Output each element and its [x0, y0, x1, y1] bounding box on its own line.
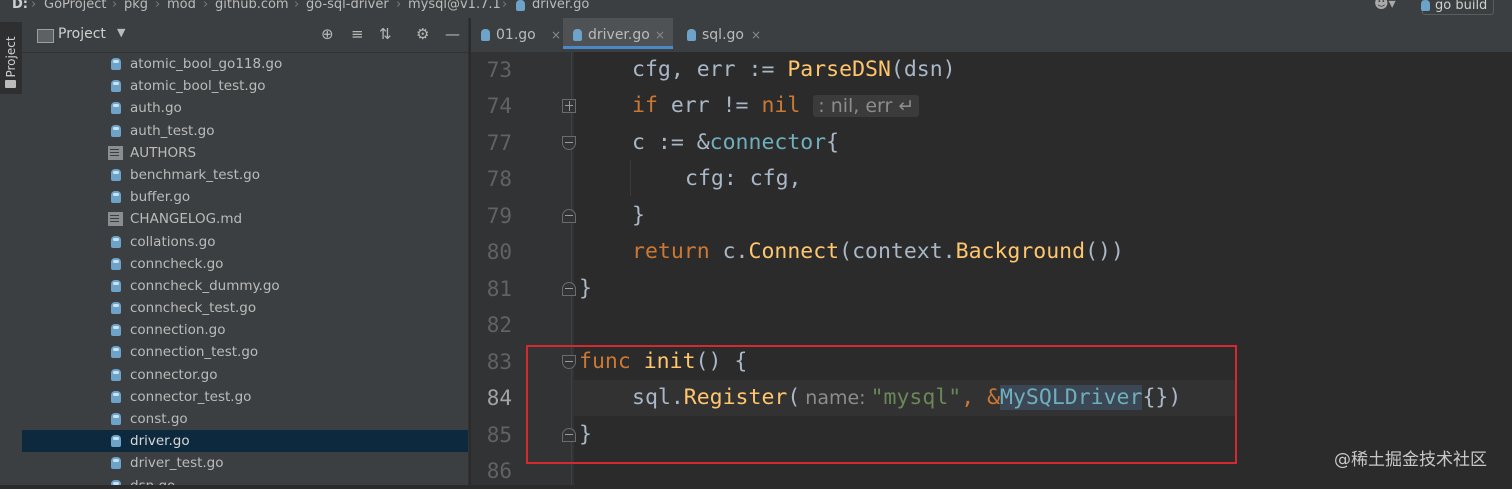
code-token-function: Background — [955, 239, 1086, 264]
breadcrumb-item-mod[interactable]: mod — [167, 0, 196, 12]
tab-label: 01.go — [496, 27, 536, 43]
close-icon[interactable]: × — [751, 18, 761, 52]
code-token-function: ParseDSN — [787, 57, 891, 82]
breadcrumb-item-go-sql-driver[interactable]: go-sql-driver — [306, 0, 389, 12]
minimize-icon[interactable]: — — [445, 25, 460, 43]
breadcrumb-separator: › — [31, 0, 37, 12]
go-file-icon — [573, 29, 582, 41]
code-line-77[interactable]: 77 c := &connector{ — [0, 125, 1512, 161]
breadcrumb-separator: › — [155, 0, 161, 12]
tab-driver-go[interactable]: driver.go × — [563, 18, 673, 49]
line-number[interactable]: 84 — [472, 380, 512, 416]
breadcrumb-separator: › — [203, 0, 209, 12]
editor-tab-bar: 01.go × driver.go × sql.go × — [471, 18, 1512, 53]
expand-all-icon[interactable]: ≡ — [351, 25, 364, 43]
collapse-all-icon[interactable]: ⇅ — [379, 25, 392, 43]
breadcrumb-drive[interactable]: D: — [12, 0, 28, 12]
line-number[interactable]: 83 — [472, 344, 512, 380]
go-file-icon — [516, 0, 525, 11]
tab-01-go[interactable]: 01.go × — [481, 18, 561, 52]
line-number[interactable]: 79 — [472, 198, 512, 234]
folded-code-hint[interactable]: : nil, err ↵ — [813, 95, 920, 117]
tab-label: driver.go — [588, 27, 650, 43]
project-panel-title[interactable]: Project — [58, 26, 106, 42]
code-text: cfg, err := ParseDSN(dsn) — [632, 52, 956, 88]
fold-collapse-icon[interactable] — [562, 136, 576, 150]
line-number[interactable]: 81 — [472, 271, 512, 307]
line-number[interactable]: 86 — [472, 453, 512, 489]
code-token-type: connector — [709, 130, 827, 155]
close-icon[interactable]: × — [655, 18, 665, 52]
folder-icon — [37, 29, 54, 43]
code-text: } — [632, 203, 645, 228]
breadcrumb-separator: › — [396, 0, 402, 12]
code-line-79[interactable]: 79 } — [0, 198, 1512, 234]
project-panel-header: Project ▼ ⊕ ≡ ⇅ ⚙ — — [22, 18, 468, 53]
breadcrumb-separator: › — [502, 0, 508, 12]
code-token: c. — [709, 239, 749, 264]
gear-icon[interactable]: ⚙ — [416, 25, 429, 43]
watermark: @稀土掘金技术社区 — [1334, 450, 1487, 470]
run-config-selector[interactable]: go build — [1421, 0, 1495, 15]
fold-end-icon[interactable] — [562, 209, 576, 223]
fold-end-icon[interactable] — [562, 282, 576, 296]
code-token: (context. — [839, 239, 956, 264]
code-token: ()) — [1085, 239, 1124, 264]
line-number[interactable]: 73 — [472, 52, 512, 88]
code-token-keyword: return — [632, 239, 710, 264]
go-file-icon — [481, 29, 490, 41]
code-line-81[interactable]: 81 } — [0, 271, 1512, 307]
breadcrumb-separator: › — [294, 0, 300, 12]
run-config-label: go build — [1435, 0, 1488, 13]
go-file-icon — [687, 29, 696, 41]
code-token-keyword: nil — [761, 93, 801, 118]
code-line-82[interactable]: 82 — [0, 307, 1512, 343]
line-number[interactable]: 74 — [472, 88, 512, 124]
breadcrumb-separator: › — [112, 0, 118, 12]
breadcrumb-item-github[interactable]: github.com — [215, 0, 289, 12]
breadcrumb-item-driver-go[interactable]: driver.go — [532, 0, 589, 12]
highlight-annotation-box — [526, 345, 1237, 464]
indent-guide — [630, 160, 631, 196]
tab-label: sql.go — [702, 27, 744, 43]
chevron-down-icon[interactable]: ▼ — [117, 26, 125, 39]
tab-sql-go[interactable]: sql.go × — [687, 18, 767, 52]
code-token: c := & — [632, 130, 710, 155]
code-line-74[interactable]: 74 if err != nil : nil, err ↵ — [0, 88, 1512, 124]
user-icon[interactable]: ☻▾ — [1374, 0, 1396, 11]
breadcrumb-item-pkg[interactable]: pkg — [124, 0, 148, 12]
crosshair-icon[interactable]: ⊕ — [321, 25, 334, 43]
line-number[interactable]: 82 — [472, 307, 512, 343]
fold-expand-icon[interactable] — [562, 99, 576, 113]
line-number[interactable]: 78 — [472, 161, 512, 197]
code-line-78[interactable]: 78 cfg: cfg, — [0, 161, 1512, 197]
code-token: { — [826, 130, 840, 155]
code-text: c := &connector{ — [632, 125, 839, 161]
breadcrumb: D: › GoProject › pkg › mod › github.com … — [0, 0, 1512, 19]
go-build-icon — [1421, 0, 1430, 11]
code-token: (dsn) — [890, 57, 956, 82]
code-text: } — [579, 276, 592, 301]
code-token-function: Connect — [748, 239, 840, 264]
code-line-80[interactable]: 80 return c.Connect(context.Background()… — [0, 234, 1512, 270]
code-text: if err != nil : nil, err ↵ — [632, 88, 920, 124]
close-icon[interactable]: × — [551, 18, 561, 52]
line-number[interactable]: 85 — [472, 417, 512, 453]
code-text: return c.Connect(context.Background()) — [632, 234, 1124, 270]
code-token: err != — [657, 93, 762, 118]
breadcrumb-item-mysql[interactable]: mysql@v1.7.1 — [408, 0, 501, 12]
code-token: cfg, err := — [632, 57, 788, 82]
code-text: cfg: cfg, — [685, 166, 802, 191]
breadcrumb-item-goproject[interactable]: GoProject — [44, 0, 107, 12]
line-number[interactable]: 77 — [472, 125, 512, 161]
line-number[interactable]: 80 — [472, 234, 512, 270]
code-token-keyword: if — [632, 93, 658, 118]
code-line-73[interactable]: 73 cfg, err := ParseDSN(dsn) — [0, 52, 1512, 88]
